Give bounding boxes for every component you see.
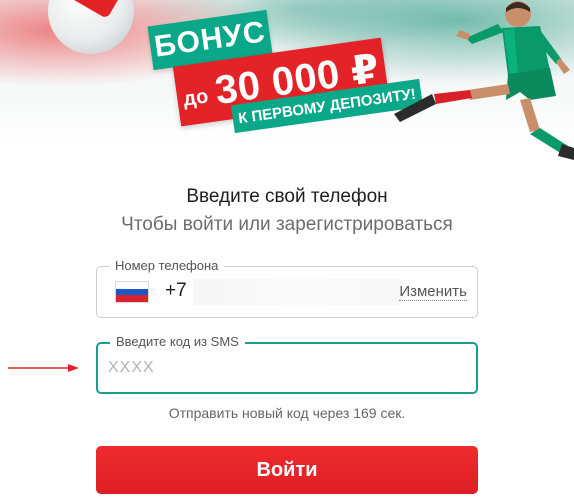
page-title: Введите свой телефон [186,186,388,207]
sms-code-field[interactable]: Введите код из SMS [96,333,478,394]
phone-field: Номер телефона +7 Изменить [96,257,478,318]
login-button[interactable]: Войти [96,446,478,494]
page-subtitle: Чтобы войти или зарегистрироваться [121,214,453,235]
red-arrow-icon [8,364,79,372]
promo-banner[interactable]: БОНУС до 30 000 ₽ К ПЕРВОМУ ДЕПОЗИТУ! [0,0,574,160]
country-code: +7 [165,280,187,301]
resend-code-timer: Отправить новый код через 169 сек. [168,405,406,421]
russia-flag-icon [115,281,149,303]
phone-number-masked [193,279,403,305]
sms-code-label: Введите код из SMS [110,333,245,351]
phone-field-label: Номер телефона [109,257,225,275]
amount-prefix: до [181,84,210,111]
change-phone-link[interactable]: Изменить [399,283,467,301]
sms-code-input[interactable] [108,356,408,380]
soccer-player-illustration [394,1,574,160]
